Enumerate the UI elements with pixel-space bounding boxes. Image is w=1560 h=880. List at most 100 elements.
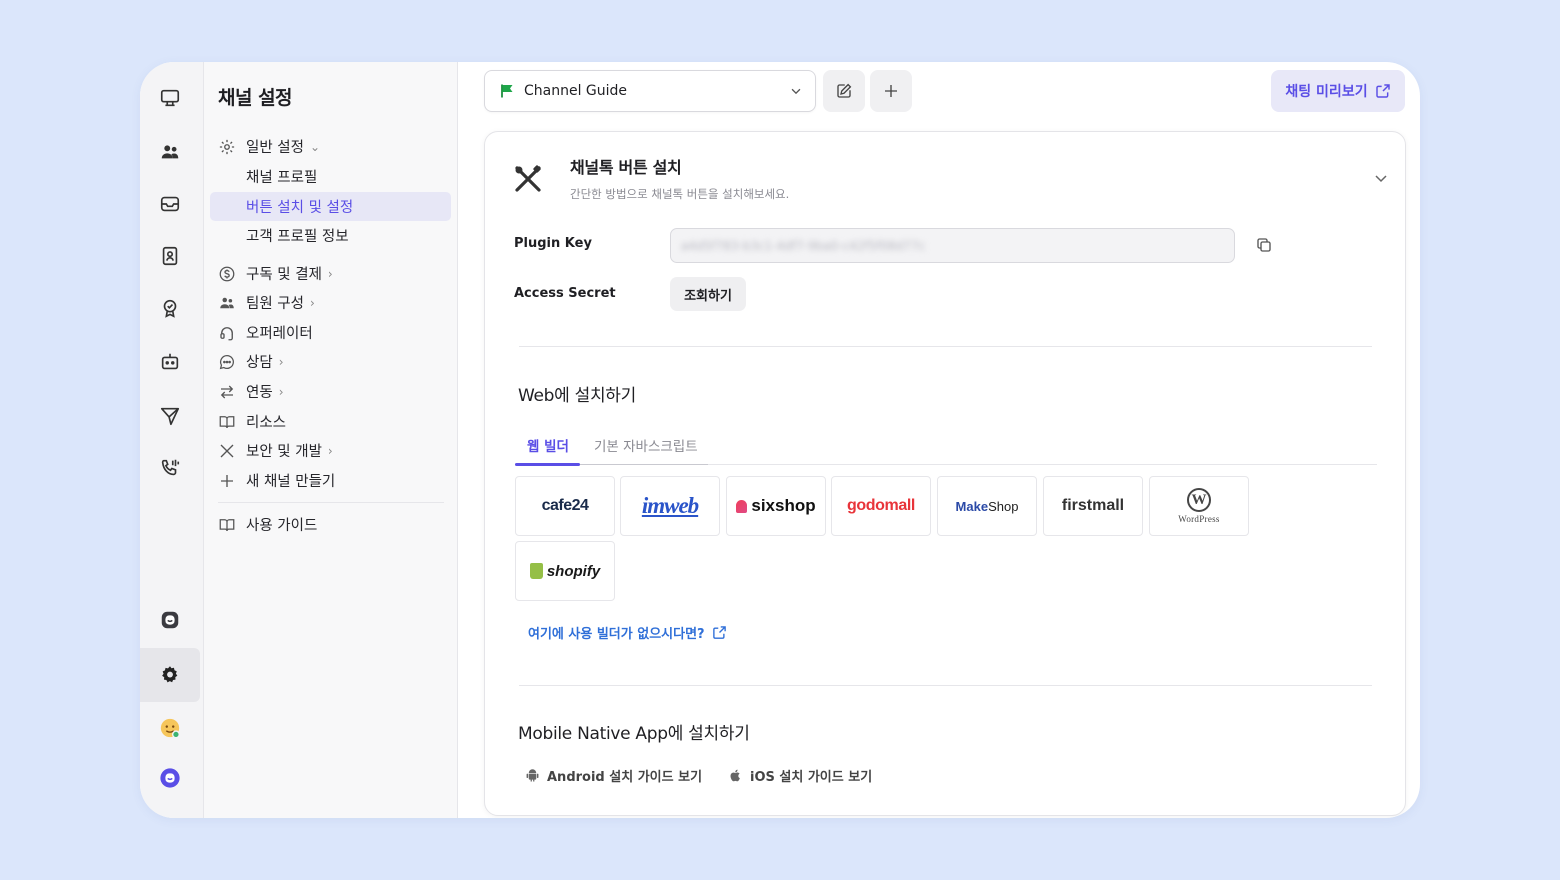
edit-button[interactable] bbox=[823, 70, 865, 112]
chevron-right-icon: › bbox=[278, 354, 284, 369]
sidebar-item-resources[interactable]: 리소스 bbox=[210, 407, 451, 436]
swap-arrows-icon bbox=[217, 382, 237, 402]
channel-select-value: Channel Guide bbox=[524, 83, 628, 99]
sidebar-item-label: 보안 및 개발 bbox=[246, 444, 322, 460]
copy-icon[interactable] bbox=[1255, 236, 1273, 254]
plugin-key-value: a4d5f783-b3c1-4df7-9ba0-c42f5f08d77c bbox=[681, 238, 926, 253]
divider bbox=[519, 346, 1372, 347]
contact-icon[interactable] bbox=[140, 236, 200, 276]
builder-firstmall[interactable]: firstmall bbox=[1043, 476, 1143, 536]
builder-wordpress[interactable]: W WordPress bbox=[1149, 476, 1249, 536]
install-tabs: 웹 빌더 기본 자바스크립트 bbox=[515, 427, 1377, 466]
tools-icon bbox=[515, 165, 541, 192]
sidebar-item-channel-profile[interactable]: 채널 프로필 bbox=[210, 162, 451, 191]
sidebar-item-consult[interactable]: 상담 › bbox=[210, 347, 451, 376]
chevron-right-icon: › bbox=[278, 384, 284, 399]
shopify-bag-icon bbox=[529, 563, 543, 579]
external-link-icon bbox=[1375, 84, 1390, 98]
channel-select[interactable]: Channel Guide bbox=[484, 70, 816, 112]
plugin-key-label: Plugin Key bbox=[514, 236, 592, 251]
active-tab-indicator bbox=[515, 463, 580, 466]
book-icon bbox=[217, 412, 237, 432]
sidebar-item-label: 버튼 설치 및 설정 bbox=[246, 200, 354, 216]
sidebar-item-label: 새 채널 만들기 bbox=[246, 474, 336, 490]
sidebar-item-subscription[interactable]: 구독 및 결제 › bbox=[210, 259, 451, 288]
sidebar-item-customer-profile[interactable]: 고객 프로필 정보 bbox=[210, 221, 451, 250]
sidebar-item-label: 일반 설정 bbox=[246, 140, 304, 156]
builder-sixshop[interactable]: sixshop bbox=[726, 476, 826, 536]
people-icon bbox=[217, 293, 237, 313]
plus-icon bbox=[885, 85, 897, 97]
builder-shopify[interactable]: shopify bbox=[515, 541, 615, 601]
card-subtitle: 간단한 방법으로 채널톡 버튼을 설치해보세요. bbox=[570, 187, 790, 201]
card-title: 채널톡 버튼 설치 bbox=[570, 158, 682, 177]
plugin-key-field[interactable]: a4d5f783-b3c1-4df7-9ba0-c42f5f08d77c bbox=[670, 228, 1235, 263]
android-guide-link[interactable]: Android 설치 가이드 보기 bbox=[525, 766, 702, 785]
ios-guide-link[interactable]: iOS 설치 가이드 보기 bbox=[728, 766, 872, 785]
sixshop-text: sixshop bbox=[751, 496, 816, 515]
tab-web-builder[interactable]: 웹 빌더 bbox=[527, 435, 569, 455]
access-secret-label: Access Secret bbox=[514, 286, 616, 301]
desktop-icon[interactable] bbox=[140, 78, 200, 118]
sidebar-item-label: 구독 및 결제 bbox=[246, 267, 322, 283]
sidebar-item-security[interactable]: 보안 및 개발 › bbox=[210, 436, 451, 465]
sidebar-item-operator[interactable]: 오퍼레이터 bbox=[210, 318, 451, 347]
firstmall-logo: firstmall bbox=[1061, 497, 1125, 514]
bot-icon[interactable] bbox=[140, 342, 200, 382]
web-section-title: Web에 설치하기 bbox=[518, 386, 636, 406]
cafe24-logo: cafe24 bbox=[541, 497, 589, 514]
imweb-logo: imweb bbox=[641, 493, 699, 518]
chevron-down-icon bbox=[791, 88, 801, 95]
user-avatar-icon[interactable] bbox=[140, 708, 200, 748]
edit-icon bbox=[837, 83, 852, 98]
external-link-icon bbox=[712, 626, 726, 639]
view-secret-button[interactable]: 조회하기 bbox=[670, 277, 746, 311]
app-window: 채널 설정 일반 설정 ⌄ 채널 프로필 버튼 설치 및 설정 고객 프로필 정… bbox=[140, 62, 1420, 818]
sidebar-item-general[interactable]: 일반 설정 ⌄ bbox=[210, 132, 451, 161]
inbox-icon[interactable] bbox=[140, 184, 200, 224]
channel-talk-icon[interactable] bbox=[140, 600, 200, 640]
apple-icon bbox=[730, 769, 740, 782]
builder-cafe24[interactable]: cafe24 bbox=[515, 476, 615, 536]
phone-icon[interactable] bbox=[140, 448, 200, 488]
settings-gear-icon[interactable] bbox=[140, 655, 200, 695]
sidebar-item-new-channel[interactable]: 새 채널 만들기 bbox=[210, 466, 451, 495]
tab-underline bbox=[580, 464, 708, 465]
no-builder-link[interactable]: 여기에 사용 빌더가 없으시다면? bbox=[528, 623, 727, 642]
sidebar-item-label: 오퍼레이터 bbox=[246, 326, 313, 342]
sixshop-logo: sixshop bbox=[736, 496, 816, 516]
chevron-right-icon: › bbox=[327, 443, 333, 458]
chevron-right-icon: › bbox=[309, 295, 315, 310]
sidebar-item-label: 채널 프로필 bbox=[246, 170, 318, 186]
sidebar-title: 채널 설정 bbox=[218, 87, 293, 109]
sidebar-item-label: 고객 프로필 정보 bbox=[246, 229, 349, 245]
builder-godomall[interactable]: godomall bbox=[831, 476, 931, 536]
badge-icon[interactable] bbox=[140, 288, 200, 328]
send-icon[interactable] bbox=[140, 396, 200, 436]
sidebar-item-button-setup[interactable]: 버튼 설치 및 설정 bbox=[210, 192, 451, 221]
makeshop-text-b: Shop bbox=[988, 498, 1019, 514]
icon-rail bbox=[140, 62, 204, 818]
sidebar-item-guide[interactable]: 사용 가이드 bbox=[210, 510, 451, 539]
builder-makeshop[interactable]: MakeShop bbox=[937, 476, 1037, 536]
gear-icon bbox=[217, 137, 237, 157]
sidebar-item-team[interactable]: 팀원 구성 › bbox=[210, 288, 451, 317]
add-channel-button[interactable] bbox=[870, 70, 912, 112]
sixshop-mark-icon bbox=[736, 499, 748, 513]
chat-preview-button[interactable]: 채팅 미리보기 bbox=[1271, 70, 1405, 112]
channel-logo-icon[interactable] bbox=[140, 758, 200, 798]
plus-icon bbox=[217, 471, 237, 491]
sidebar-item-integration[interactable]: 연동 › bbox=[210, 377, 451, 406]
people-icon[interactable] bbox=[140, 132, 200, 172]
android-icon bbox=[526, 769, 539, 782]
ios-guide-label: iOS 설치 가이드 보기 bbox=[750, 770, 873, 785]
button-setup-card: 채널톡 버튼 설치 간단한 방법으로 채널톡 버튼을 설치해보세요. Plugi… bbox=[484, 131, 1406, 816]
wordpress-mark-icon: W bbox=[1187, 488, 1211, 512]
builder-imweb[interactable]: imweb bbox=[620, 476, 720, 536]
android-guide-label: Android 설치 가이드 보기 bbox=[547, 770, 703, 785]
chevron-down-icon: ⌄ bbox=[309, 139, 321, 154]
divider bbox=[519, 685, 1372, 686]
tab-basic-javascript[interactable]: 기본 자바스크립트 bbox=[594, 435, 698, 455]
collapse-chevron-icon[interactable] bbox=[1373, 170, 1389, 186]
book-icon bbox=[217, 515, 237, 535]
